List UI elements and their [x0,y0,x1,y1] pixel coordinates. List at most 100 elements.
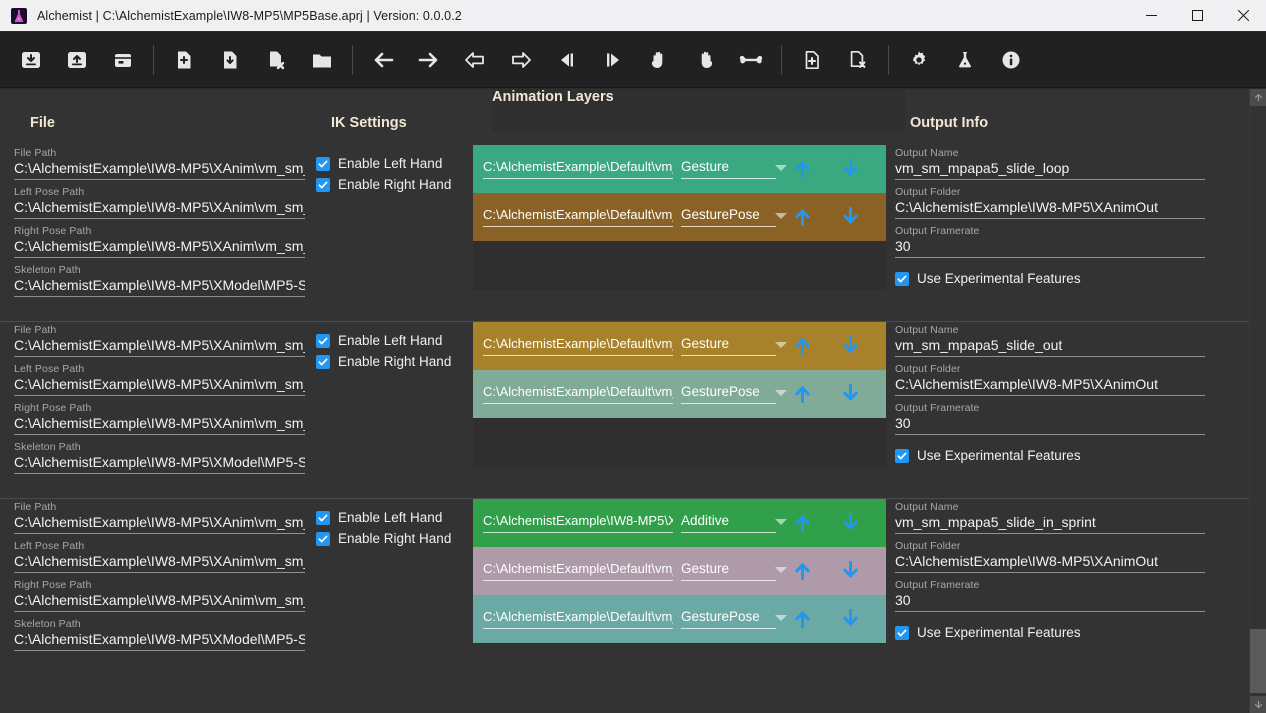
right-pose-path-field[interactable]: Right Pose Path C:\AlchemistExample\IW8-M… [14,579,305,612]
right-pose-path-value[interactable]: C:\AlchemistExample\IW8-MP5\XAnim\vm_sm_… [14,591,305,612]
output-framerate-value[interactable]: 30 [895,591,1205,612]
skeleton-path-field[interactable]: Skeleton Path C:\AlchemistExample\IW8-MP5… [14,618,305,651]
file-path-field[interactable]: File Path C:\AlchemistExample\IW8-MP5\XAn… [14,324,305,357]
output-folder-value[interactable]: C:\AlchemistExample\IW8-MP5\XAnimOut [895,552,1205,573]
move-layer-up-button[interactable] [795,609,810,628]
right-pose-path-value[interactable]: C:\AlchemistExample\IW8-MP5\XAnim\vm_sm_… [14,237,305,258]
skeleton-path-field[interactable]: Skeleton Path C:\AlchemistExample\IW8-MP5… [14,264,305,297]
layer-type-value[interactable]: Gesture [681,560,776,581]
output-framerate-field[interactable]: Output Framerate 30 [895,579,1205,612]
scroll-up-icon[interactable] [1250,89,1266,106]
chevron-down-icon[interactable] [775,342,787,348]
skeleton-path-value[interactable]: C:\AlchemistExample\IW8-MP5\XModel\MP5-S… [14,630,305,651]
export-up-icon[interactable] [54,37,100,83]
skeleton-path-value[interactable]: C:\AlchemistExample\IW8-MP5\XModel\MP5-S… [14,276,305,297]
move-layer-down-button[interactable] [843,384,858,403]
animation-layer[interactable]: C:\AlchemistExample\Default\vm_sm_gestur… [473,193,886,241]
move-layer-down-button[interactable] [843,207,858,226]
use-experimental-features-row[interactable]: Use Experimental Features [895,269,1081,288]
layer-type-value[interactable]: Gesture [681,158,776,179]
move-layer-down-button[interactable] [843,336,858,355]
animation-layer[interactable]: C:\AlchemistExample\Default\vm_sm_gestur… [473,145,886,193]
open-file-icon[interactable] [207,37,253,83]
move-layer-down-button[interactable] [843,561,858,580]
layer-path-value[interactable]: C:\AlchemistExample\IW8-MP5\XAnim\vm_sm_… [483,512,673,533]
new-file-icon[interactable] [161,37,207,83]
layer-type-value[interactable]: GesturePose [681,608,776,629]
scrollbar-thumb[interactable] [1250,629,1266,693]
move-layer-down-button[interactable] [843,159,858,178]
move-layer-up-button[interactable] [795,336,810,355]
enable-right-hand-row[interactable]: Enable Right Hand [316,175,451,194]
layer-path-value[interactable]: C:\AlchemistExample\Default\vm_sm_gestur… [483,206,673,227]
delete-file-icon[interactable] [253,37,299,83]
output-name-field[interactable]: Output Name vm_sm_mpapa5_slide_out [895,324,1205,357]
enable-left-hand-checkbox[interactable] [316,510,330,525]
output-name-value[interactable]: vm_sm_mpapa5_slide_in_sprint [895,513,1205,534]
animation-layer[interactable]: C:\AlchemistExample\Default\vm_sm_gestur… [473,595,886,643]
import-down-icon[interactable] [8,37,54,83]
scroll-down-icon[interactable] [1250,696,1266,713]
output-folder-value[interactable]: C:\AlchemistExample\IW8-MP5\XAnimOut [895,198,1205,219]
output-folder-field[interactable]: Output Folder C:\AlchemistExample\IW8-MP5… [895,363,1205,396]
save-archive-icon[interactable] [100,37,146,83]
vertical-scrollbar[interactable] [1249,89,1266,713]
enable-left-hand-checkbox[interactable] [316,156,330,171]
enable-left-hand-row[interactable]: Enable Left Hand [316,154,451,173]
outline-arrow-right-icon[interactable] [498,37,544,83]
use-experimental-features-row[interactable]: Use Experimental Features [895,623,1081,642]
layer-path-value[interactable]: C:\AlchemistExample\Default\vm_sm_gestur… [483,383,673,404]
use-experimental-features-checkbox[interactable] [895,271,909,286]
animation-layer[interactable]: C:\AlchemistExample\Default\vm_sm_gestur… [473,322,886,370]
enable-left-hand-row[interactable]: Enable Left Hand [316,508,451,527]
minimize-button[interactable] [1128,0,1174,32]
animation-layer[interactable]: C:\AlchemistExample\IW8-MP5\XAnim\vm_sm_… [473,499,886,547]
chevron-down-icon[interactable] [775,390,787,396]
animation-layer[interactable]: C:\AlchemistExample\Default\vm_sm_gestur… [473,547,886,595]
enable-left-hand-checkbox[interactable] [316,333,330,348]
move-layer-down-button[interactable] [843,609,858,628]
enable-right-hand-checkbox[interactable] [316,531,330,546]
experimental-flask-icon[interactable] [942,37,988,83]
info-icon[interactable] [988,37,1034,83]
use-experimental-features-row[interactable]: Use Experimental Features [895,446,1081,465]
skeleton-path-field[interactable]: Skeleton Path C:\AlchemistExample\IW8-MP5… [14,441,305,474]
maximize-button[interactable] [1174,0,1220,32]
skeleton-path-value[interactable]: C:\AlchemistExample\IW8-MP5\XModel\MP5-S… [14,453,305,474]
layer-path-value[interactable]: C:\AlchemistExample\Default\vm_sm_gestur… [483,335,673,356]
move-layer-up-button[interactable] [795,561,810,580]
left-pose-path-field[interactable]: Left Pose Path C:\AlchemistExample\IW8-MP… [14,363,305,396]
layer-type-value[interactable]: GesturePose [681,206,776,227]
use-experimental-features-checkbox[interactable] [895,448,909,463]
chevron-down-icon[interactable] [775,519,787,525]
settings-gear-icon[interactable] [896,37,942,83]
enable-right-hand-checkbox[interactable] [316,177,330,192]
chevron-down-icon[interactable] [775,567,787,573]
enable-right-hand-row[interactable]: Enable Right Hand [316,352,451,371]
output-name-value[interactable]: vm_sm_mpapa5_slide_out [895,336,1205,357]
right-pose-path-field[interactable]: Right Pose Path C:\AlchemistExample\IW8-M… [14,402,305,435]
remove-entry-icon[interactable] [835,37,881,83]
enable-right-hand-checkbox[interactable] [316,354,330,369]
layer-path-value[interactable]: C:\AlchemistExample\Default\vm_sm_gestur… [483,608,673,629]
arrow-left-icon[interactable] [360,37,406,83]
move-layer-up-button[interactable] [795,207,810,226]
step-back-icon[interactable] [544,37,590,83]
left-pose-path-value[interactable]: C:\AlchemistExample\IW8-MP5\XAnim\vm_sm_… [14,198,305,219]
close-button[interactable] [1220,0,1266,32]
left-pose-path-field[interactable]: Left Pose Path C:\AlchemistExample\IW8-MP… [14,186,305,219]
file-path-field[interactable]: File Path C:\AlchemistExample\IW8-MP5\XAn… [14,147,305,180]
output-name-value[interactable]: vm_sm_mpapa5_slide_loop [895,159,1205,180]
move-layer-down-button[interactable] [843,513,858,532]
output-folder-value[interactable]: C:\AlchemistExample\IW8-MP5\XAnimOut [895,375,1205,396]
hand-left-icon[interactable] [636,37,682,83]
step-forward-icon[interactable] [590,37,636,83]
chevron-down-icon[interactable] [775,615,787,621]
use-experimental-features-checkbox[interactable] [895,625,909,640]
output-framerate-field[interactable]: Output Framerate 30 [895,225,1205,258]
file-path-value[interactable]: C:\AlchemistExample\IW8-MP5\XAnim\vm_sm_… [14,513,305,534]
output-framerate-value[interactable]: 30 [895,237,1205,258]
enable-left-hand-row[interactable]: Enable Left Hand [316,331,451,350]
chevron-down-icon[interactable] [775,165,787,171]
add-entry-icon[interactable] [789,37,835,83]
